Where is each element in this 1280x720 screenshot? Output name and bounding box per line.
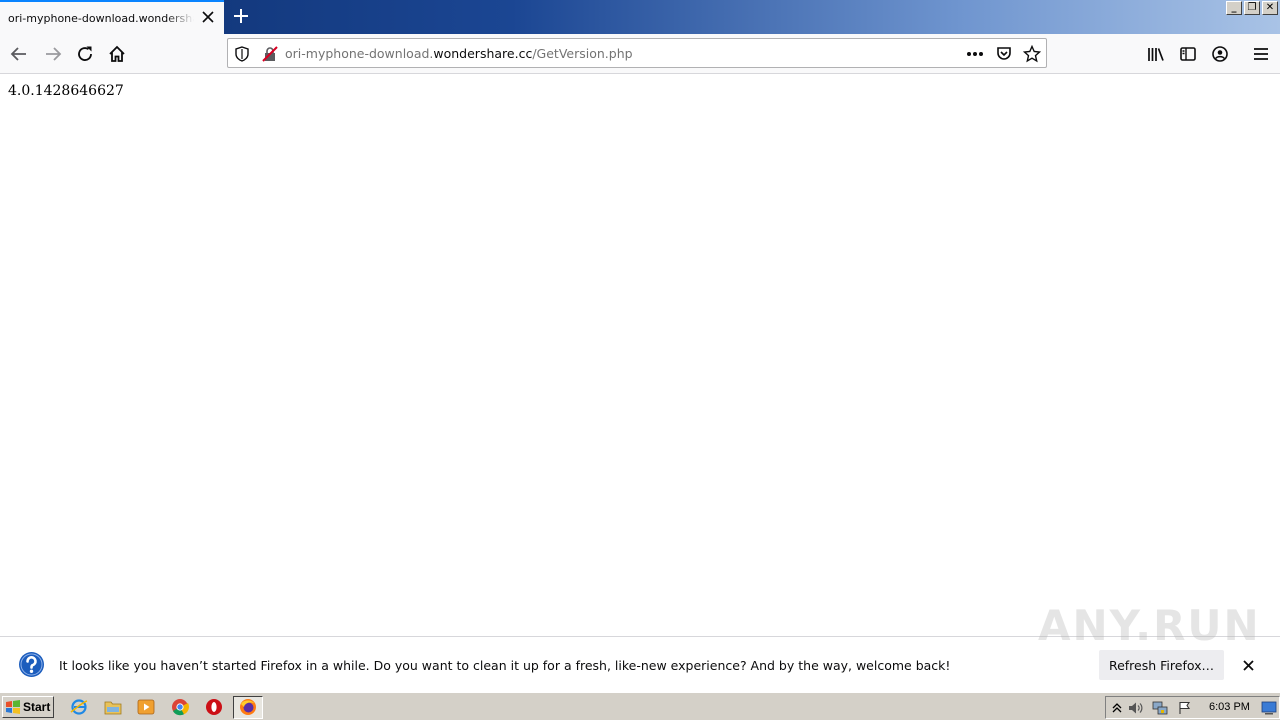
notification-close-icon[interactable] <box>1238 655 1258 675</box>
network-icon[interactable] <box>1152 700 1168 716</box>
page-actions-icon[interactable] <box>966 45 984 63</box>
tab-bar: ori-myphone-download.wondershare.cc/GetV… <box>0 0 1280 34</box>
windows-logo-icon <box>6 700 20 714</box>
close-window-button[interactable]: ✕ <box>1262 1 1278 15</box>
forward-icon[interactable] <box>39 40 67 68</box>
window-controls: _ ❐ ✕ <box>1226 1 1278 15</box>
url-host: wondershare.cc <box>433 46 533 61</box>
question-icon <box>19 652 44 677</box>
bookmark-star-icon[interactable] <box>1023 45 1041 63</box>
restore-button[interactable]: ❐ <box>1244 1 1260 15</box>
version-text: 4.0.1428646627 <box>8 83 124 99</box>
library-icon[interactable] <box>1142 40 1170 68</box>
taskbar: Start 6:03 PM <box>0 692 1280 720</box>
system-tray: 6:03 PM <box>1105 696 1280 719</box>
tab-close-icon[interactable] <box>200 9 216 25</box>
back-icon[interactable] <box>5 40 33 68</box>
menu-icon[interactable] <box>1247 40 1275 68</box>
media-player-icon[interactable] <box>136 697 156 717</box>
reload-icon[interactable] <box>71 40 99 68</box>
show-hidden-icons-icon[interactable] <box>1109 700 1125 716</box>
screen: ori-myphone-download.wondershare.cc/GetV… <box>0 0 1280 720</box>
volume-icon[interactable] <box>1128 700 1144 716</box>
opera-icon[interactable] <box>204 697 224 717</box>
start-label: Start <box>23 700 51 714</box>
nav-toolbar: ori-myphone-download.wondershare.cc/GetV… <box>0 34 1280 74</box>
tracking-shield-icon[interactable] <box>233 45 251 63</box>
tab-active[interactable]: ori-myphone-download.wondershare.cc/GetV… <box>0 0 224 34</box>
refresh-firefox-button[interactable]: Refresh Firefox… <box>1099 650 1224 680</box>
home-icon[interactable] <box>103 40 131 68</box>
insecure-lock-icon[interactable] <box>261 45 279 63</box>
sidebar-icon[interactable] <box>1174 40 1202 68</box>
start-button[interactable]: Start <box>2 696 54 718</box>
url-text[interactable]: ori-myphone-download.wondershare.cc/GetV… <box>285 46 633 61</box>
pocket-icon[interactable] <box>995 45 1013 63</box>
url-bar[interactable]: ori-myphone-download.wondershare.cc/GetV… <box>227 38 1047 68</box>
url-path: /GetVersion.php <box>532 46 633 61</box>
file-explorer-icon[interactable] <box>103 697 123 717</box>
action-center-flag-icon[interactable] <box>1177 700 1193 716</box>
account-icon[interactable] <box>1206 40 1234 68</box>
clock: 6:03 PM <box>1209 701 1250 713</box>
url-host-prefix: ori-myphone-download. <box>285 46 434 61</box>
new-tab-icon[interactable] <box>229 4 253 28</box>
internet-explorer-icon[interactable] <box>69 697 89 717</box>
show-desktop-icon[interactable] <box>1261 700 1277 716</box>
minimize-button[interactable]: _ <box>1226 1 1242 15</box>
notification-message: It looks like you haven’t started Firefo… <box>59 658 951 673</box>
firefox-icon[interactable] <box>238 697 258 717</box>
tab-title: ori-myphone-download.wondershare.cc/GetV… <box>8 11 194 25</box>
page-content: 4.0.1428646627 <box>0 75 1280 636</box>
notification-bar: ANY.RUN It looks like you haven’t starte… <box>0 601 1280 692</box>
chrome-icon[interactable] <box>170 697 190 717</box>
